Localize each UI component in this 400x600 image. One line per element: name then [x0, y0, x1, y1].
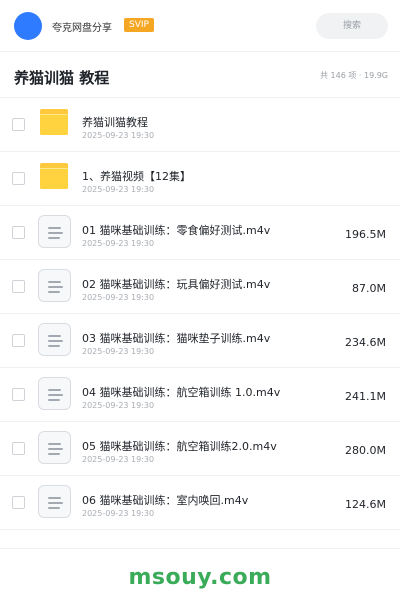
- list-item[interactable]: 02 猫咪基础训练：玩具偏好测试.m4v 2025-09-23 19:30 87…: [0, 260, 400, 314]
- folder-title-bar: 养猫训猫 教程 共 146 项 · 19.9G: [0, 52, 400, 98]
- item-name: 02 猫咪基础训练：玩具偏好测试.m4v: [82, 278, 271, 291]
- file-icon: [38, 269, 71, 302]
- item-date: 2025-09-23 19:30: [82, 293, 155, 302]
- item-name: 05 猫咪基础训练：航空箱训练2.0.m4v: [82, 440, 277, 453]
- item-date: 2025-09-23 19:30: [82, 401, 155, 410]
- item-name: 03 猫咪基础训练：猫咪垫子训练.m4v: [82, 332, 271, 345]
- page-title: 养猫训猫 教程: [14, 69, 110, 87]
- item-size: 87.0M: [352, 282, 386, 295]
- item-date: 2025-09-23 19:30: [82, 185, 155, 194]
- file-icon: [38, 431, 71, 464]
- item-size: 196.5M: [345, 228, 386, 241]
- brand-watermark: msouy.com: [128, 565, 272, 590]
- folder-icon: [38, 107, 71, 140]
- file-icon: [38, 215, 71, 248]
- item-date: 2025-09-23 19:30: [82, 347, 155, 356]
- row-checkbox[interactable]: [12, 388, 25, 401]
- item-size: 241.1M: [345, 390, 386, 403]
- file-icon: [38, 323, 71, 356]
- footer: msouy.com: [0, 548, 400, 600]
- list-item[interactable]: 01 猫咪基础训练：零食偏好测试.m4v 2025-09-23 19:30 19…: [0, 206, 400, 260]
- item-name: 01 猫咪基础训练：零食偏好测试.m4v: [82, 224, 271, 237]
- row-checkbox[interactable]: [12, 226, 25, 239]
- file-icon: [38, 485, 71, 518]
- item-date: 2025-09-23 19:30: [82, 509, 155, 518]
- item-date: 2025-09-23 19:30: [82, 131, 155, 140]
- folder-icon: [38, 161, 71, 194]
- list-item[interactable]: 06 猫咪基础训练：室内唤回.m4v 2025-09-23 19:30 124.…: [0, 476, 400, 530]
- list-item[interactable]: 05 猫咪基础训练：航空箱训练2.0.m4v 2025-09-23 19:30 …: [0, 422, 400, 476]
- item-name: 养猫训猫教程: [82, 116, 148, 129]
- list-item[interactable]: 04 猫咪基础训练：航空箱训练 1.0.m4v 2025-09-23 19:30…: [0, 368, 400, 422]
- item-size: 234.6M: [345, 336, 386, 349]
- item-size: 280.0M: [345, 444, 386, 457]
- owner-name: 夸克网盘分享: [52, 23, 112, 34]
- row-checkbox[interactable]: [12, 118, 25, 131]
- list-item[interactable]: 03 猫咪基础训练：猫咪垫子训练.m4v 2025-09-23 19:30 23…: [0, 314, 400, 368]
- row-checkbox[interactable]: [12, 442, 25, 455]
- file-list: 养猫训猫教程 2025-09-23 19:30 1、养猫视频【12集】 2025…: [0, 98, 400, 530]
- item-name: 06 猫咪基础训练：室内唤回.m4v: [82, 494, 249, 507]
- item-date: 2025-09-23 19:30: [82, 455, 155, 464]
- item-size: 124.6M: [345, 498, 386, 511]
- item-date: 2025-09-23 19:30: [82, 239, 155, 248]
- top-bar: 夸克网盘分享 SVIP 搜索: [0, 0, 400, 52]
- item-name: 04 猫咪基础训练：航空箱训练 1.0.m4v: [82, 386, 281, 399]
- row-checkbox[interactable]: [12, 334, 25, 347]
- row-checkbox[interactable]: [12, 172, 25, 185]
- row-checkbox[interactable]: [12, 280, 25, 293]
- item-name: 1、养猫视频【12集】: [82, 170, 191, 183]
- folder-meta: 共 146 项 · 19.9G: [320, 71, 388, 80]
- search-input[interactable]: 搜索: [316, 13, 388, 39]
- list-item[interactable]: 1、养猫视频【12集】 2025-09-23 19:30: [0, 152, 400, 206]
- file-icon: [38, 377, 71, 410]
- row-checkbox[interactable]: [12, 496, 25, 509]
- avatar[interactable]: [14, 12, 42, 40]
- svip-badge: SVIP: [124, 18, 154, 32]
- list-item[interactable]: 养猫训猫教程 2025-09-23 19:30: [0, 98, 400, 152]
